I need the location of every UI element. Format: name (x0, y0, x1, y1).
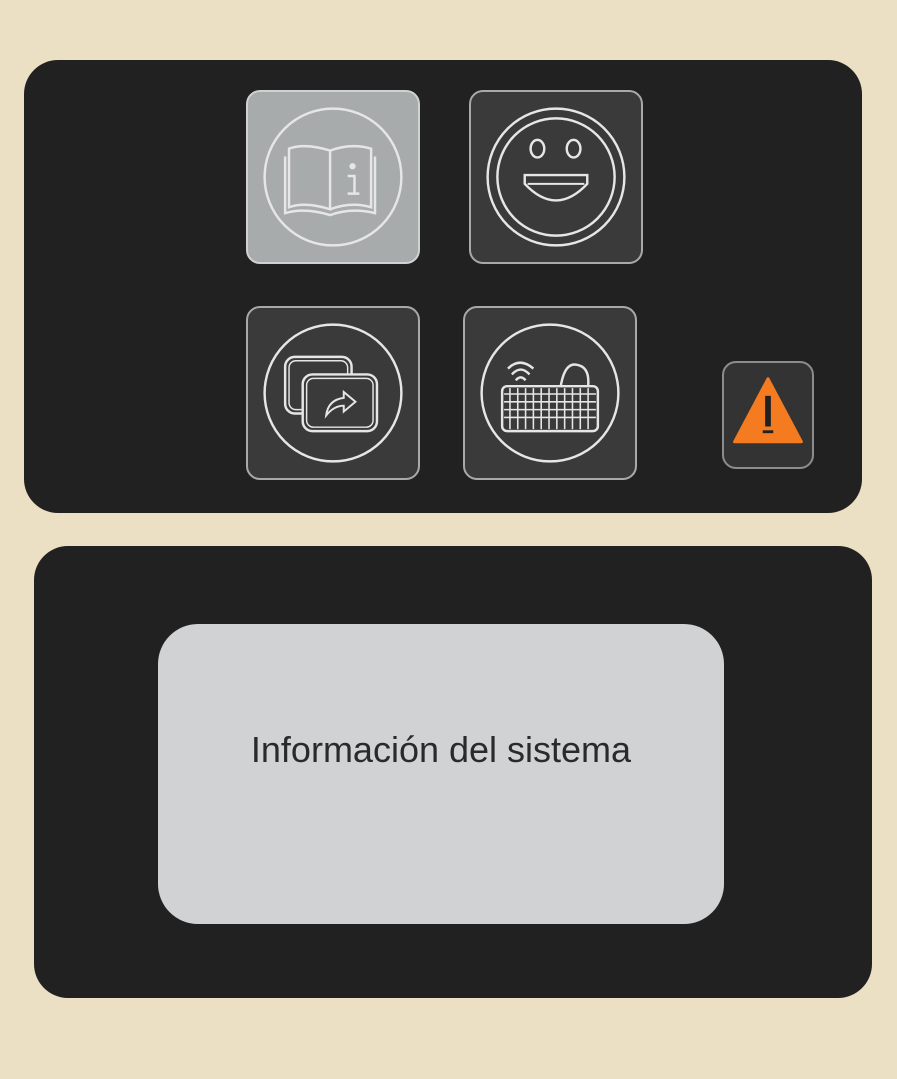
display-screen: Información del sistema (158, 624, 724, 924)
display-label: Información del sistema (250, 729, 632, 770)
system-info-tile[interactable] (246, 90, 420, 264)
screen-switch-tile[interactable] (246, 306, 420, 480)
feedback-tile[interactable] (469, 90, 643, 264)
warning-triangle-icon (733, 377, 803, 444)
book-info-icon (263, 107, 403, 247)
warning-button[interactable] (722, 361, 814, 469)
display-panel: Información del sistema (34, 546, 872, 998)
smiley-icon (486, 107, 626, 247)
screen-share-icon (263, 323, 403, 463)
wireless-keyboard-icon (480, 323, 620, 463)
wireless-keyboard-tile[interactable] (463, 306, 637, 480)
icon-menu-panel (24, 60, 862, 513)
